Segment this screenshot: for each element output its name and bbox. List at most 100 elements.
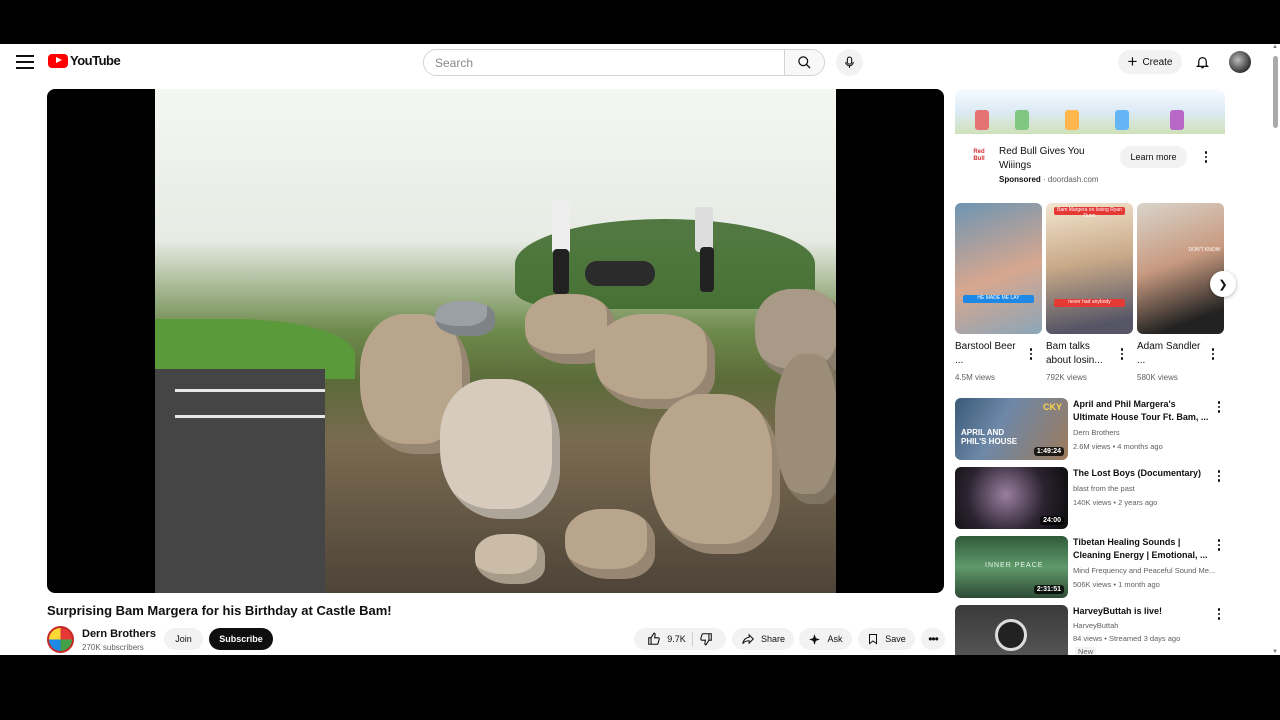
short-menu-icon[interactable] [1208,347,1218,361]
recommended-video[interactable]: HarveyButtah is live! HarveyButtah 84 vi… [955,605,1225,655]
share-icon [742,633,754,645]
voice-search-button[interactable] [836,49,863,76]
search-box [423,49,825,76]
like-dislike-group: 9.7K [634,628,726,650]
create-button[interactable]: + Create [1118,50,1182,74]
video-meta: 506K views • 1 month ago [1073,580,1160,589]
sponsored-ad-card[interactable]: Red Bull Red Bull Gives You Wiiings Spon… [955,89,1225,199]
channel-name[interactable]: Dern Brothers [82,628,156,640]
thumbs-down-icon [699,633,712,646]
video-title: HarveyButtah is live! [1073,606,1163,616]
more-actions-button[interactable]: ••• [921,628,945,650]
youtube-logo[interactable]: YouTube [48,53,121,68]
recommended-video[interactable]: INNER PEACE 2:31:51 Tibetan Healing Soun… [955,536,1225,598]
short-item[interactable]: DON'T KNOW Adam Sandler ... 580K views [1137,203,1224,382]
video-thumbnail: INNER PEACE 2:31:51 [955,536,1068,598]
video-thumbnail: APRIL AND PHIL'S HOUSE CKY 1:49:24 [955,398,1068,460]
video-meta: 84 views • Streamed 3 days ago [1073,634,1181,643]
short-title: Adam Sandler ... [1137,341,1201,366]
short-menu-icon[interactable] [1026,347,1036,361]
video-channel: HarveyButtah [1073,621,1119,630]
search-input[interactable] [424,50,784,75]
video-thumbnail [955,605,1068,655]
ad-logo: Red Bull [973,149,985,162]
plus-icon: + [1127,52,1138,71]
short-views: 580K views [1137,373,1178,382]
learn-more-button[interactable]: Learn more [1120,146,1187,168]
thumbnail-text: APRIL AND PHIL'S HOUSE [961,428,1018,446]
video-menu-icon[interactable] [1214,538,1224,552]
youtube-watch-page: YouTube + Create [0,44,1280,655]
new-badge: New [1075,647,1097,655]
ask-label: Ask [827,634,843,644]
notifications-button[interactable] [1192,52,1212,72]
video-frame [155,89,836,593]
like-button[interactable]: 9.7K [647,632,686,646]
menu-icon[interactable] [14,52,36,72]
video-duration: 1:49:24 [1033,447,1064,456]
short-caption: DON'T KNOW [1188,247,1221,253]
video-channel: Mind Frequency and Peaceful Sound Me... [1073,566,1216,575]
scroll-down-icon[interactable]: ▼ [1272,649,1278,655]
video-duration: 2:31:51 [1033,585,1064,594]
logo-text: YouTube [70,53,121,68]
ad-sponsored-line: Sponsored · doordash.com [999,175,1099,184]
video-title: Surprising Bam Margera for his Birthday … [47,603,392,618]
bell-icon [1195,57,1209,69]
video-meta: 140K views • 2 years ago [1073,498,1158,507]
join-button[interactable]: Join [164,628,203,650]
channel-avatar[interactable] [47,626,74,653]
more-horizontal-icon: ••• [928,632,939,646]
ad-domain: doordash.com [1047,175,1099,184]
short-item[interactable]: Bam Margera on losing Ryan Dunn never ha… [1046,203,1133,382]
save-label: Save [885,634,906,644]
shorts-shelf: HE MADE ME LAY Barstool Beer ... 4.5M vi… [955,203,1225,388]
youtube-play-icon [48,53,68,68]
share-button[interactable]: Share [732,628,794,650]
recommended-video[interactable]: APRIL AND PHIL'S HOUSE CKY 1:49:24 April… [955,398,1225,460]
short-item[interactable]: HE MADE ME LAY Barstool Beer ... 4.5M vi… [955,203,1042,382]
save-button[interactable]: Save [858,628,915,650]
create-label: Create [1142,56,1173,68]
short-views: 4.5M views [955,373,996,382]
short-thumbnail: HE MADE ME LAY [955,203,1042,334]
ad-title: Red Bull Gives You Wiiings [999,146,1085,171]
subscribe-button[interactable]: Subscribe [209,628,273,650]
share-label: Share [760,634,786,644]
video-menu-icon[interactable] [1214,400,1224,414]
short-thumbnail: Bam Margera on losing Ryan Dunn never ha… [1046,203,1133,334]
short-views: 792K views [1046,373,1087,382]
short-thumbnail: DON'T KNOW [1137,203,1224,334]
account-avatar[interactable] [1229,51,1251,73]
video-thumbnail: 24:00 [955,467,1068,529]
like-count: 9.7K [667,634,686,644]
video-menu-icon[interactable] [1214,469,1224,483]
short-title: Bam talks about losin... [1046,341,1103,366]
video-menu-icon[interactable] [1214,607,1224,621]
video-channel: Dern Brothers [1073,428,1120,437]
mic-icon [845,56,854,68]
video-title: The Lost Boys (Documentary) [1073,468,1202,478]
sparkle-icon [809,633,821,645]
scrollbar-thumb[interactable] [1273,56,1278,128]
bookmark-icon [869,634,878,645]
video-duration: 24:00 [1040,516,1064,525]
video-player[interactable] [47,89,944,593]
thumbnail-text: INNER PEACE [985,562,1044,569]
ask-button[interactable]: Ask [799,628,852,650]
recommended-video[interactable]: 24:00 The Lost Boys (Documentary) blast … [955,467,1225,529]
dislike-button[interactable] [699,632,713,646]
short-menu-icon[interactable] [1117,347,1127,361]
scroll-up-icon[interactable]: ▲ [1272,44,1278,50]
ad-menu-icon[interactable] [1201,150,1211,164]
shorts-next-button[interactable]: ❯ [1210,271,1236,297]
chevron-right-icon: ❯ [1218,278,1228,291]
short-caption: never had anybody [1054,299,1125,307]
subscriber-count: 270K subscribers [82,643,144,652]
search-button[interactable] [784,50,824,75]
video-meta: 2.6M views • 4 months ago [1073,442,1163,451]
channel-logo-icon [995,619,1027,651]
video-title: April and Phil Margera's Ultimate House … [1073,399,1209,422]
page-scrollbar[interactable]: ▲ ▼ [1271,44,1280,655]
video-title: Tibetan Healing Sounds | Cleaning Energy… [1073,537,1208,560]
